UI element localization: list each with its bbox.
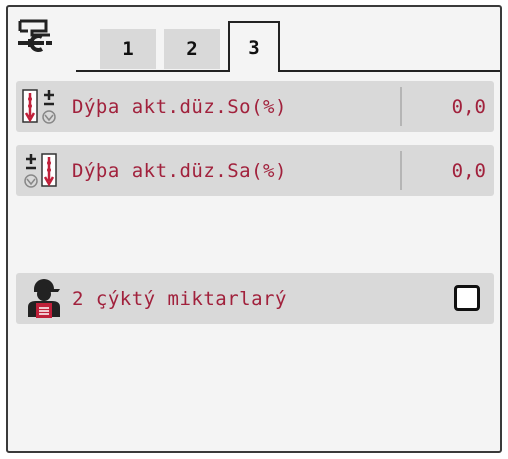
row-label: 2 çýktý miktarlarý — [72, 287, 287, 310]
two-rates-checkbox[interactable] — [454, 285, 480, 311]
tab-underline — [76, 70, 500, 72]
divider — [400, 87, 402, 126]
operator-document-icon — [28, 278, 60, 318]
boundary-right-icon — [24, 152, 57, 188]
row-value: 0,0 — [451, 159, 486, 182]
row-outer-boundary-left[interactable]: Dýþa akt.düz.So(%) 0,0 — [16, 81, 494, 132]
tab-3[interactable]: 3 — [228, 21, 280, 72]
tab-1[interactable]: 1 — [100, 29, 156, 69]
row-two-rates-toggle[interactable]: 2 çýktý miktarlarý — [16, 273, 494, 324]
boundary-left-icon — [22, 88, 56, 124]
tab-bar: 1 2 3 — [8, 7, 500, 73]
row-label: Dýþa akt.düz.So(%) — [72, 95, 287, 118]
row-outer-boundary-right[interactable]: Dýþa akt.düz.Sa(%) 0,0 — [16, 145, 494, 196]
divider — [400, 151, 402, 190]
settings-icon — [18, 19, 52, 52]
tab-2[interactable]: 2 — [164, 29, 220, 69]
row-value: 0,0 — [451, 95, 486, 118]
row-label: Dýþa akt.düz.Sa(%) — [72, 159, 287, 182]
terminal-screen: 1 2 3 Dýþa akt.düz.So(%) 0,0 Dýþa akt.dü… — [6, 5, 502, 453]
